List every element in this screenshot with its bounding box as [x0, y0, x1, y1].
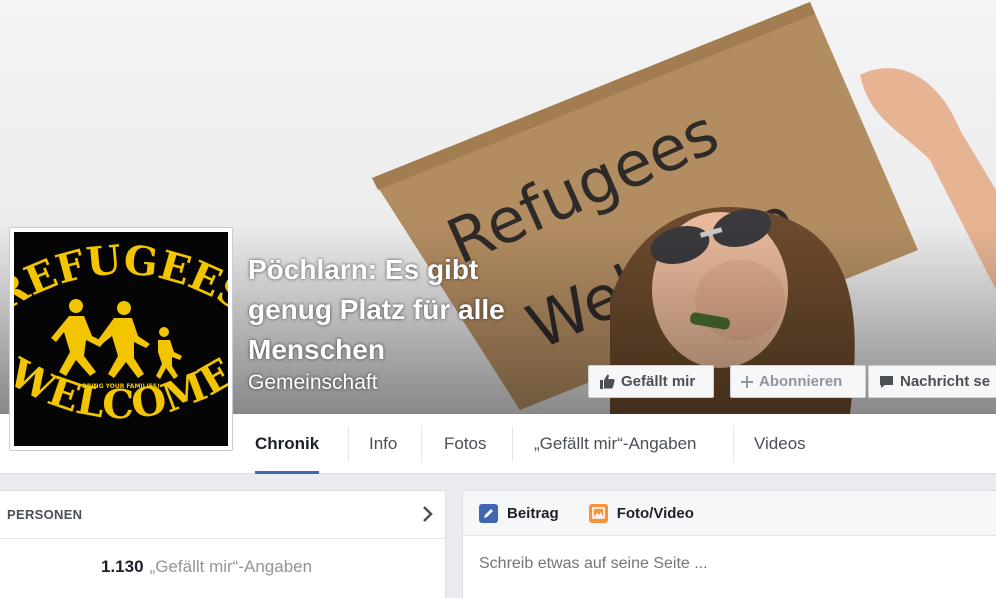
like-button-label: Gefällt mir — [621, 373, 696, 390]
profile-picture[interactable]: REFUGEES WELCOME BRING YOUR FAMILIES! — [9, 227, 233, 451]
photo-icon — [588, 503, 608, 523]
message-button[interactable]: Nachricht se — [868, 365, 996, 398]
composer-tab-photo-label: Foto/Video — [616, 504, 694, 522]
post-composer: Beitrag Foto/Video — [462, 490, 996, 598]
likes-summary[interactable]: 1.130 „Gefällt mir“-Angaben — [101, 557, 312, 577]
follow-button[interactable]: Abonnieren — [730, 365, 866, 398]
people-card-header[interactable]: PERSONEN — [0, 491, 445, 539]
tab-divider — [512, 426, 513, 462]
pencil-icon — [479, 503, 498, 523]
plus-icon — [741, 375, 753, 388]
likes-label: „Gefällt mir“-Angaben — [149, 557, 313, 576]
tab-chronik[interactable]: Chronik — [255, 414, 320, 474]
page-category[interactable]: Gemeinschaft — [248, 371, 378, 395]
message-button-label: Nachricht se — [900, 373, 991, 390]
tab-info[interactable]: Info — [369, 414, 397, 474]
family-silhouette-icon — [51, 299, 182, 379]
chevron-right-icon[interactable] — [421, 505, 433, 526]
page-title[interactable]: Pöchlarn: Es gibt genug Platz für alle M… — [248, 250, 568, 370]
speech-bubble-icon — [879, 375, 894, 389]
refugees-welcome-logo: REFUGEES WELCOME BRING YOUR FAMILIES! — [14, 232, 228, 446]
tab-divider — [348, 426, 349, 462]
logo-slogan: BRING YOUR FAMILIES! — [82, 383, 160, 390]
composer-tabs: Beitrag Foto/Video — [463, 491, 996, 536]
tab-likes[interactable]: „Gefällt mir“-Angaben — [534, 414, 697, 474]
people-card: PERSONEN 1.130 „Gefällt mir“-Angaben — [0, 490, 446, 598]
tab-divider — [733, 426, 734, 462]
thumbs-up-icon — [599, 374, 615, 389]
people-card-title: PERSONEN — [7, 507, 83, 522]
composer-tab-post-label: Beitrag — [507, 504, 559, 522]
composer-tab-post[interactable]: Beitrag — [479, 503, 559, 523]
tab-divider — [421, 426, 422, 462]
likes-count: 1.130 — [101, 557, 144, 576]
composer-tab-photo[interactable]: Foto/Video — [588, 503, 694, 523]
tab-fotos[interactable]: Fotos — [444, 414, 487, 474]
like-button[interactable]: Gefällt mir — [588, 365, 714, 398]
composer-input[interactable] — [479, 555, 979, 573]
follow-button-label: Abonnieren — [759, 373, 843, 390]
tab-videos[interactable]: Videos — [754, 414, 806, 474]
